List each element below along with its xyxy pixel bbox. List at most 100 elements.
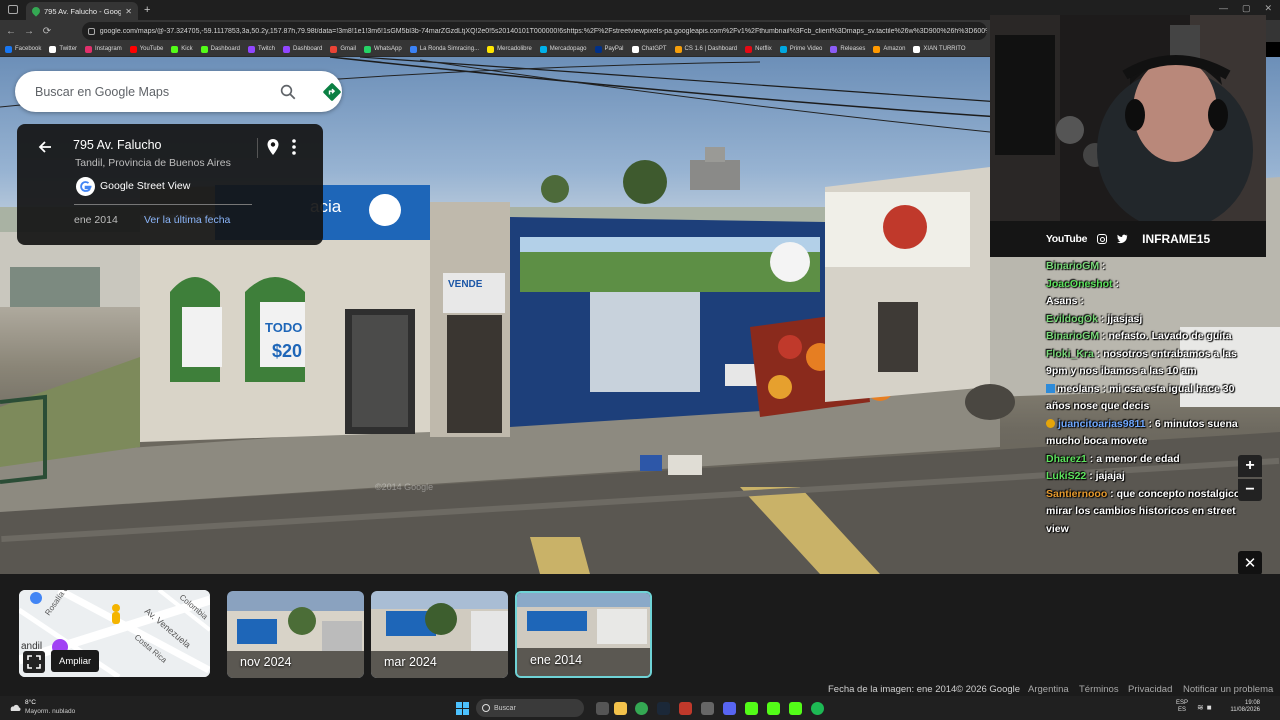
- latest-date-link[interactable]: Ver la última fecha: [144, 214, 230, 226]
- bookmark-item[interactable]: Amazon: [873, 45, 905, 53]
- kick-icon[interactable]: [767, 702, 780, 715]
- cloud-icon[interactable]: [8, 701, 22, 713]
- bookmark-item[interactable]: Releases: [830, 45, 866, 53]
- omnibox[interactable]: google.com/maps/@-37.324705,-59.1117853,…: [82, 22, 987, 40]
- bookmark-item[interactable]: WhatsApp: [364, 45, 402, 53]
- svg-text:VENDE: VENDE: [448, 279, 483, 290]
- tab-search-icon[interactable]: [8, 5, 18, 14]
- clock[interactable]: 19:08 11/08/2026: [1228, 700, 1260, 714]
- minimize-button[interactable]: —: [1219, 3, 1228, 14]
- search-icon[interactable]: [279, 83, 297, 101]
- timeline-thumb-selected[interactable]: ene 2014: [515, 591, 652, 678]
- task-view-icon[interactable]: [596, 702, 609, 715]
- bookmark-item[interactable]: Netflix: [745, 45, 772, 53]
- spotify-icon[interactable]: [811, 702, 824, 715]
- footer-link-privacy[interactable]: Privacidad: [1128, 684, 1172, 695]
- steam-icon[interactable]: [657, 702, 670, 715]
- windows-start-icon[interactable]: [456, 702, 469, 715]
- search-input[interactable]: [35, 84, 245, 99]
- minimap[interactable]: Rosalía de C. Av. Venezuela Colombia Cos…: [19, 590, 210, 677]
- bookmark-item[interactable]: La Ronda Simracing...: [409, 45, 479, 53]
- site-info-icon[interactable]: [88, 27, 95, 35]
- app-icon[interactable]: [701, 702, 714, 715]
- chat-message: Santiernooo : que concepto nostalgico mi…: [1046, 487, 1241, 535]
- zoom-out-button[interactable]: −: [1238, 479, 1262, 501]
- footer-link-country[interactable]: Argentina: [1028, 684, 1069, 695]
- expand-map-tooltip: Ampliar: [51, 650, 100, 672]
- badge-icon: [1046, 418, 1055, 428]
- bookmark-icon: [594, 45, 602, 53]
- input-language[interactable]: ESP ES: [1176, 700, 1188, 714]
- bookmark-item[interactable]: Facebook: [5, 45, 41, 53]
- maximize-button[interactable]: ▢: [1242, 3, 1251, 14]
- file-explorer-icon[interactable]: [614, 702, 627, 715]
- bookmark-item[interactable]: Dashboard: [283, 45, 322, 53]
- bookmark-item[interactable]: PayPal: [594, 45, 624, 53]
- chat-username[interactable]: JoacOneshot: [1046, 278, 1113, 290]
- kick-icon[interactable]: [789, 702, 802, 715]
- new-tab-button[interactable]: +: [144, 4, 150, 16]
- bookmark-item[interactable]: Instagram: [85, 45, 122, 53]
- tray-icons[interactable]: ≋■: [1197, 703, 1215, 712]
- tab-close-icon[interactable]: ✕: [125, 7, 132, 16]
- bookmark-label: Instagram: [95, 46, 122, 52]
- streamer-webcam: YouTube INFRAME15: [990, 15, 1266, 257]
- bookmark-item[interactable]: Mercadolibre: [487, 45, 532, 53]
- bookmark-item[interactable]: Gmail: [330, 45, 356, 53]
- more-options-icon[interactable]: [291, 138, 297, 156]
- app-icon[interactable]: [679, 702, 692, 715]
- chat-username[interactable]: Dharez1: [1046, 453, 1087, 465]
- chat-username[interactable]: LukiS22: [1046, 470, 1086, 482]
- back-button[interactable]: ←: [6, 26, 16, 37]
- bookmark-item[interactable]: YouTube: [129, 45, 163, 53]
- bookmark-item[interactable]: XIAN TURRITO: [913, 45, 966, 53]
- chat-message: juancitoarias9811 : 6 minutos suena much…: [1046, 417, 1238, 447]
- timeline-thumb[interactable]: mar 2024: [371, 591, 508, 678]
- directions-icon[interactable]: [322, 82, 342, 102]
- chat-username[interactable]: juancitoarias9811: [1058, 418, 1146, 430]
- chat-username[interactable]: Floki_Kra: [1046, 348, 1094, 360]
- browser-tab-active[interactable]: 795 Av. Falucho - Google Maps ✕: [26, 2, 138, 20]
- divider: [74, 204, 252, 205]
- bookmark-label: Mercadopago: [549, 46, 587, 52]
- bookmark-item[interactable]: Kick: [171, 45, 193, 53]
- window-close-button[interactable]: ✕: [1264, 3, 1272, 14]
- bookmark-item[interactable]: Dashboard: [200, 45, 240, 53]
- taskbar-search[interactable]: Buscar: [476, 699, 584, 717]
- chat-username[interactable]: Asans: [1046, 295, 1078, 307]
- bookmark-icon: [779, 45, 787, 53]
- bookmark-label: Releases: [840, 46, 866, 52]
- reload-button[interactable]: ⟳: [42, 26, 52, 37]
- back-arrow-icon[interactable]: [37, 139, 53, 155]
- chat-message: Floki_Kra : nosotros entrabamos a las 9p…: [1046, 347, 1237, 378]
- expand-map-icon[interactable]: [23, 651, 45, 673]
- forward-button[interactable]: →: [24, 26, 34, 37]
- chat-username[interactable]: Santiernooo: [1046, 488, 1107, 500]
- bookmark-item[interactable]: Mercadopago: [539, 45, 587, 53]
- bookmark-label: Twitter: [59, 46, 78, 52]
- chat-username[interactable]: BinarioGM: [1046, 260, 1099, 272]
- bookmark-item[interactable]: Twitch: [248, 45, 275, 53]
- chat-username[interactable]: EvildogOk: [1046, 313, 1098, 325]
- chat-username[interactable]: meolans: [1057, 383, 1100, 395]
- bookmark-item[interactable]: Twitter: [49, 45, 78, 53]
- chrome-icon[interactable]: [635, 702, 648, 715]
- close-street-view-button[interactable]: ✕: [1238, 551, 1262, 575]
- chat-username[interactable]: BinarioGM: [1046, 330, 1099, 342]
- footer-link-terms[interactable]: Términos: [1079, 684, 1119, 695]
- zoom-in-button[interactable]: +: [1238, 455, 1262, 477]
- bookmark-item[interactable]: Prime Video: [779, 45, 822, 53]
- search-icon: [482, 704, 490, 712]
- stream-chat: BinarioGM : JoacOneshot : Asans : Evildo…: [1046, 258, 1261, 538]
- youtube-label: YouTube: [1045, 233, 1088, 245]
- kick-icon[interactable]: [745, 702, 758, 715]
- pegman-icon: [112, 604, 120, 624]
- map-pin-icon[interactable]: [266, 138, 280, 156]
- timeline-thumb[interactable]: nov 2024: [227, 591, 364, 678]
- footer-link-report[interactable]: Notificar un problema: [1183, 684, 1273, 695]
- bookmark-item[interactable]: CS 1.6 | Dashboard: [674, 45, 737, 53]
- discord-icon[interactable]: [723, 702, 736, 715]
- bookmark-item[interactable]: ChatGPT: [631, 45, 667, 53]
- url-text[interactable]: google.com/maps/@-37.324705,-59.1117853,…: [100, 28, 987, 35]
- chat-message: Asans :: [1046, 295, 1084, 307]
